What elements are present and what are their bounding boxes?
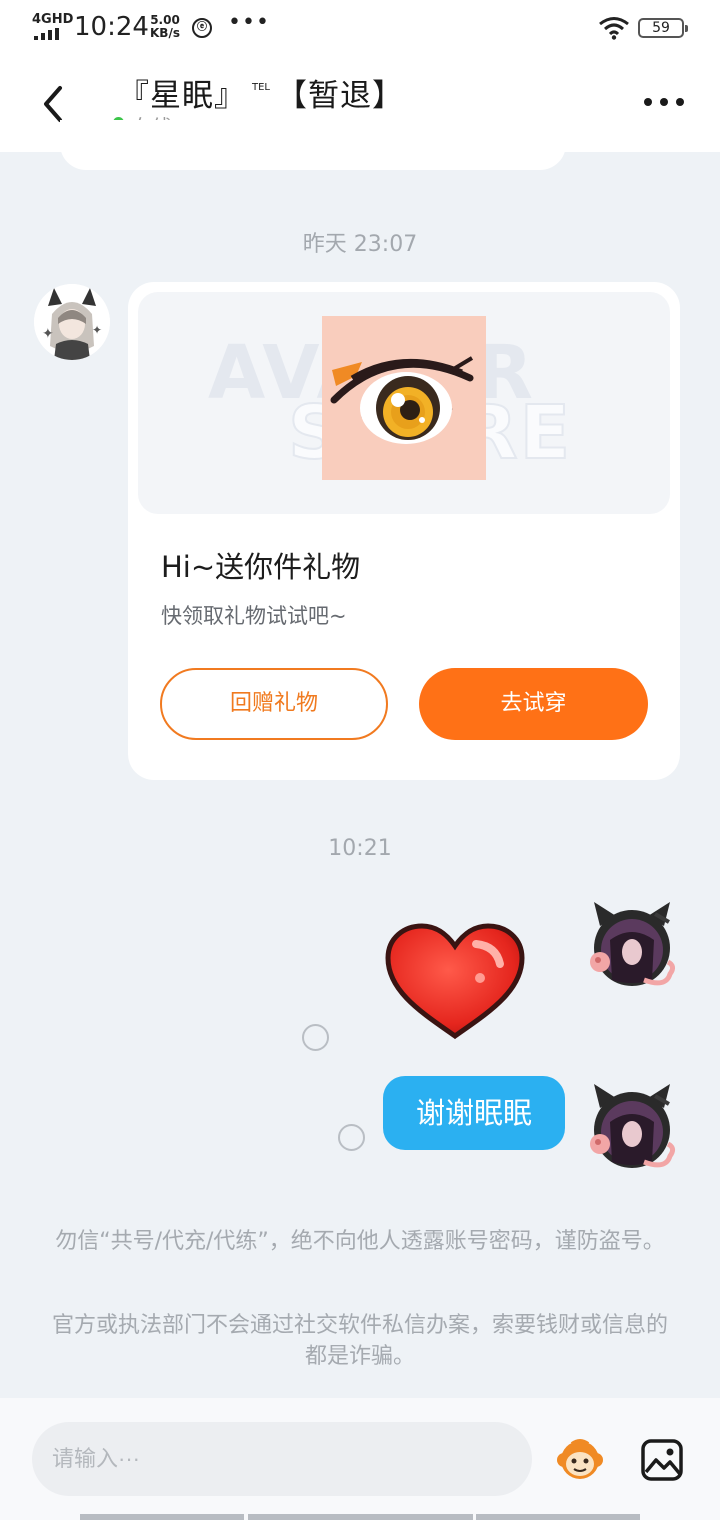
fraud-notice: 官方或执法部门不会通过社交软件私信办案，索要钱财或信息的都是诈骗。 <box>51 1313 668 1369</box>
network-speed: 5.00 KB/s <box>150 14 180 40</box>
app-notification-icon: ⓔ <box>192 18 212 38</box>
gift-subtitle: 快领取礼物试试吧~ <box>161 604 347 628</box>
timestamp: 10:21 <box>328 836 392 861</box>
return-gift-button[interactable]: 回赠礼物 <box>160 668 388 740</box>
gift-card[interactable]: AVATAR STORE Hi~送你件礼物 快领取礼物试试吧~ 回赠礼物 去试穿 <box>128 282 680 780</box>
more-dots-icon[interactable] <box>644 94 684 110</box>
contact-avatar[interactable]: ✦ ✦ <box>34 284 110 360</box>
message-bubble[interactable]: 谢谢眠眠 <box>383 1076 565 1150</box>
previous-message-card <box>60 120 566 170</box>
monkey-emoji-icon[interactable] <box>556 1436 604 1484</box>
svg-text:✦: ✦ <box>42 326 54 342</box>
gift-title: Hi~送你件礼物 <box>161 550 361 584</box>
title-tel: TEL <box>252 82 270 93</box>
input-bar <box>0 1398 720 1520</box>
svg-text:✦: ✦ <box>92 323 102 337</box>
navigation-hint <box>248 1514 473 1520</box>
status-bar: 4GHD 10:24 5.00 KB/s ⓔ ••• 59 <box>0 0 720 56</box>
title-right: 【暂退】 <box>276 78 404 114</box>
navigation-hint <box>476 1514 640 1520</box>
my-avatar[interactable] <box>586 896 678 992</box>
title-left: 『星眠』 <box>118 78 246 114</box>
gift-banner: AVATAR STORE <box>138 292 670 514</box>
navigation-hint <box>80 1514 244 1520</box>
network-type: 4GHD <box>32 12 74 27</box>
wifi-icon <box>599 17 629 40</box>
speed-unit: KB/s <box>150 26 180 40</box>
heart-sticker[interactable] <box>384 922 526 1042</box>
timestamp: 昨天 23:07 <box>302 232 418 257</box>
message-input[interactable] <box>32 1422 532 1496</box>
safety-notice: 勿信“共号/代充/代练”，绝不向他人透露账号密码，谨防盗号。 <box>55 1229 665 1254</box>
message-status-icon <box>302 1024 329 1051</box>
gift-eye-image[interactable] <box>322 316 486 480</box>
signal-icon <box>34 28 64 40</box>
contact-name[interactable]: 『星眠』 TEL 【暂退】 <box>118 70 404 115</box>
my-avatar[interactable] <box>586 1078 678 1174</box>
more-notifications: ••• <box>228 10 270 35</box>
try-on-button[interactable]: 去试穿 <box>419 668 648 740</box>
image-icon[interactable] <box>640 1438 684 1482</box>
message-status-icon <box>338 1124 365 1151</box>
clock: 10:24 <box>74 12 149 42</box>
battery-icon: 59 <box>638 18 688 38</box>
